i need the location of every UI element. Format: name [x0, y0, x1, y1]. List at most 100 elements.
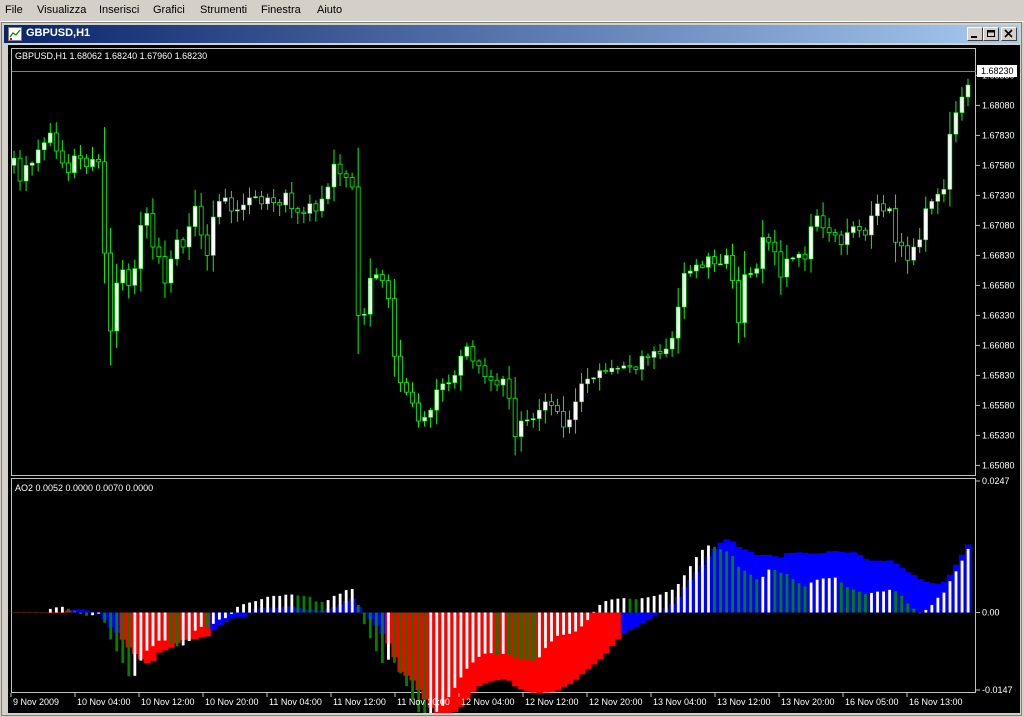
menu-grafici[interactable]: Grafici	[153, 4, 185, 16]
ao-bar	[851, 589, 855, 613]
ao-bar	[447, 612, 451, 698]
menu-inserisci[interactable]: Inserisci	[99, 4, 139, 16]
chart-area[interactable]: 1.683301.680801.678301.675801.673301.670…	[8, 45, 1020, 713]
ao-bar	[30, 612, 34, 614]
ao-bar	[737, 566, 741, 613]
ao-bar	[827, 578, 831, 613]
ao-bar	[91, 612, 94, 616]
ao-bar	[42, 612, 46, 614]
ao-bar	[900, 595, 904, 613]
ao-bar	[652, 595, 656, 613]
ao-bar	[743, 570, 747, 613]
ao-bar	[145, 612, 149, 651]
ao-bar	[54, 607, 58, 613]
ao-bar	[296, 595, 300, 613]
ao-bar	[230, 612, 233, 614]
ao-bar	[495, 612, 499, 655]
ao-bar	[954, 571, 958, 613]
time-tick-label: 13 Nov 04:00	[653, 697, 707, 707]
ao-bar	[350, 589, 354, 613]
ao-bar	[507, 612, 511, 655]
ao-bar	[858, 591, 861, 613]
ao-bar	[362, 612, 366, 625]
ao-bar	[163, 612, 167, 641]
ao-bar	[453, 612, 457, 688]
ao-bar	[658, 594, 662, 613]
ao-bar	[694, 557, 698, 613]
ao-bar	[942, 592, 946, 613]
ao-bar	[761, 576, 765, 613]
trend-bar	[590, 612, 598, 665]
indicator-label: AO2 0.0052 0.0000 0.0070 0.0000	[15, 483, 153, 493]
ao-bar	[948, 581, 952, 613]
ao-bar	[133, 612, 137, 676]
ao-bar	[489, 612, 493, 654]
time-tick-label: 10 Nov 12:00	[141, 697, 195, 707]
ao-bar	[815, 579, 819, 613]
ao-bar	[278, 595, 282, 613]
trend-bar	[638, 612, 646, 624]
price-tick-label: 1.67080	[982, 220, 1015, 230]
trend-bar	[83, 610, 91, 613]
time-tick-label: 10 Nov 20:00	[205, 697, 259, 707]
window-title: GBPUSD,H1	[26, 27, 91, 39]
menu-strumenti[interactable]: Strumenti	[200, 4, 247, 16]
ao-bar	[67, 608, 70, 613]
ao-bar	[598, 604, 602, 613]
ao-bar	[477, 612, 481, 657]
ao-bar	[833, 577, 837, 613]
ao-bar	[610, 599, 614, 613]
ao-bar	[465, 612, 469, 669]
ao-bar	[356, 604, 360, 613]
time-tick-label: 16 Nov 05:00	[845, 697, 899, 707]
price-tick-label: 1.66580	[982, 280, 1015, 290]
trend-bar	[910, 575, 918, 613]
ao-bar	[664, 591, 668, 613]
ao-bar	[374, 612, 378, 652]
ao-bar	[574, 612, 578, 632]
restore-button[interactable]	[983, 27, 999, 41]
ao-bar	[767, 569, 771, 613]
ao-bar	[803, 586, 807, 613]
ao-bar	[544, 612, 547, 649]
ao-bar	[151, 612, 155, 647]
window-titlebar[interactable]: GBPUSD,H1	[4, 25, 1019, 43]
ao-bar	[73, 610, 76, 613]
ao-bar	[260, 599, 264, 613]
ao-bar	[882, 591, 885, 613]
ao-bar	[127, 612, 131, 677]
menu-aiuto[interactable]: Aiuto	[317, 4, 342, 16]
menu-file[interactable]: File	[5, 4, 23, 16]
menu-visualizza[interactable]: Visualizza	[37, 4, 86, 16]
ao-bar	[719, 549, 722, 613]
trend-bar	[234, 612, 242, 617]
ao-bar	[870, 592, 873, 613]
ao-bar	[749, 574, 753, 613]
ao-bar	[18, 612, 22, 614]
ao-bar	[682, 575, 686, 613]
close-button[interactable]	[1001, 27, 1017, 41]
ao-bar	[205, 612, 209, 629]
time-tick-label: 13 Nov 20:00	[781, 697, 835, 707]
ao-bar	[79, 612, 82, 615]
ao-bar	[103, 612, 107, 623]
trend-bar	[620, 612, 628, 634]
ao-bar	[550, 612, 553, 642]
time-tick-label: 12 Nov 20:00	[589, 697, 643, 707]
current-price-label: 1.68230	[981, 66, 1014, 76]
trend-bar	[47, 612, 54, 614]
ao-bar	[616, 598, 620, 613]
ao-bar	[193, 612, 197, 631]
ao-bar	[707, 545, 710, 613]
ao-bar	[912, 608, 916, 613]
ao-bar	[266, 596, 270, 613]
ao-bar	[248, 602, 251, 613]
menu-finestra[interactable]: Finestra	[261, 4, 301, 16]
minimize-button[interactable]	[967, 27, 983, 41]
trend-bar	[922, 581, 930, 613]
ao-bar	[109, 612, 113, 640]
ao-bar	[36, 612, 40, 614]
ao-bar	[224, 612, 227, 619]
trend-bar	[651, 612, 658, 617]
ao-bar	[785, 574, 789, 613]
